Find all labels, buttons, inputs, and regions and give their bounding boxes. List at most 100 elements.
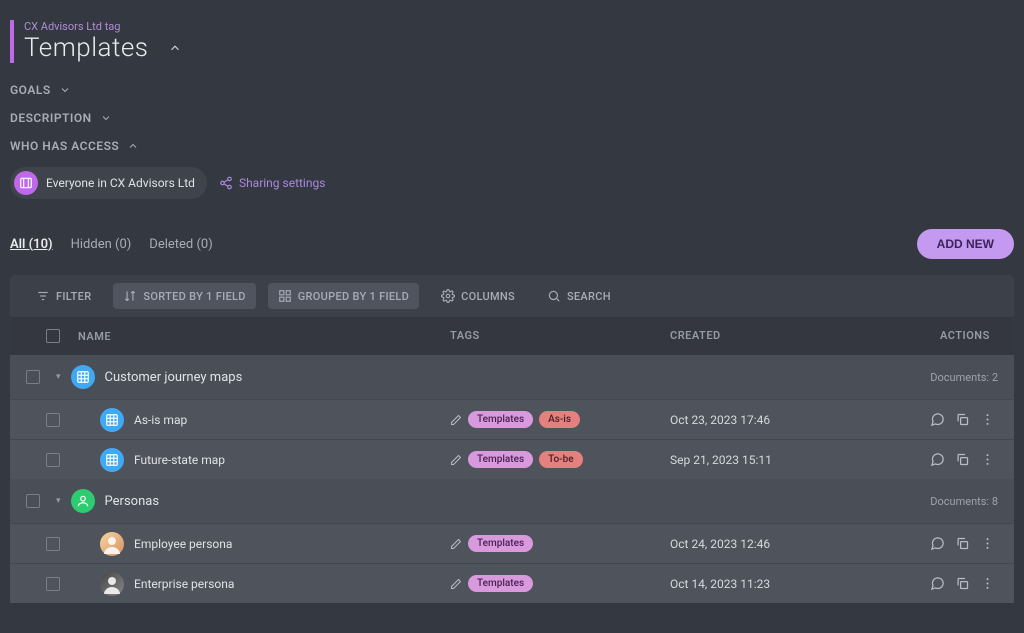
tag-pill[interactable]: Templates [468, 411, 533, 428]
chevron-up-icon [127, 140, 139, 152]
row-checkbox[interactable] [46, 537, 60, 551]
edit-tags-icon[interactable] [450, 578, 462, 590]
sharing-settings-link[interactable]: Sharing settings [219, 176, 325, 190]
toolbar: FILTER SORTED BY 1 FIELD GROUPED BY 1 FI… [10, 275, 1014, 317]
group-icon [71, 365, 95, 389]
filter-tool[interactable]: FILTER [26, 283, 101, 309]
tab-hidden[interactable]: Hidden (0) [71, 237, 132, 252]
table-row[interactable]: As-is map Templates As-is Oct 23, 2023 17:4… [10, 399, 1014, 439]
row-created: Oct 24, 2023 12:46 [670, 537, 930, 551]
gear-icon [441, 289, 455, 303]
tabs: All (10) Hidden (0) Deleted (0) [10, 237, 213, 252]
more-icon[interactable] [980, 576, 995, 591]
group-checkbox[interactable] [26, 370, 40, 384]
more-icon[interactable] [980, 536, 995, 551]
group-checkbox[interactable] [26, 494, 40, 508]
section-access[interactable]: WHO HAS ACCESS [10, 139, 1014, 153]
page-title: Templates [24, 33, 148, 63]
row-name: Employee persona [134, 537, 232, 551]
row-name: Future-state map [134, 453, 225, 467]
org-icon [14, 171, 38, 195]
edit-tags-icon[interactable] [450, 454, 462, 466]
row-checkbox[interactable] [46, 577, 60, 591]
group-row[interactable]: ▾ Personas Documents: 8 [10, 479, 1014, 523]
group-doc-count: Documents: 2 [930, 371, 998, 384]
col-created: CREATED [670, 329, 930, 343]
copy-icon[interactable] [955, 576, 970, 591]
sort-tool[interactable]: SORTED BY 1 FIELD [113, 283, 255, 309]
col-actions: ACTIONS [930, 329, 1024, 343]
select-all-checkbox[interactable] [46, 329, 60, 343]
filter-label: FILTER [56, 290, 91, 303]
row-checkbox[interactable] [46, 413, 60, 427]
row-created: Oct 23, 2023 17:46 [670, 413, 930, 427]
group-icon [278, 289, 292, 303]
row-icon [100, 448, 124, 472]
access-label: WHO HAS ACCESS [10, 139, 119, 153]
row-name: As-is map [134, 413, 187, 427]
filter-icon [36, 289, 50, 303]
group-tool[interactable]: GROUPED BY 1 FIELD [268, 283, 419, 309]
group-caret-icon[interactable]: ▾ [56, 372, 61, 382]
tab-deleted[interactable]: Deleted (0) [149, 237, 212, 252]
table-row[interactable]: Employee persona Templates Oct 24, 2023 12… [10, 523, 1014, 563]
row-checkbox[interactable] [46, 453, 60, 467]
collapse-title-icon[interactable] [168, 41, 182, 55]
col-name: NAME [78, 330, 111, 343]
search-icon [547, 289, 561, 303]
columns-tool[interactable]: COLUMNS [431, 283, 525, 309]
tag-pill[interactable]: To-be [539, 451, 582, 468]
add-new-button[interactable]: ADD NEW [917, 229, 1014, 259]
group-row[interactable]: ▾ Customer journey maps Documents: 2 [10, 355, 1014, 399]
section-goals[interactable]: GOALS [10, 83, 1014, 97]
comment-icon[interactable] [930, 536, 945, 551]
table-row[interactable]: Enterprise persona Templates Oct 14, 2023 … [10, 563, 1014, 603]
tag-pill[interactable]: Templates [468, 451, 533, 468]
data-table: NAME TAGS CREATED ACTIONS ▾ Customer jour… [10, 317, 1014, 603]
sort-icon [123, 289, 137, 303]
group-label: Personas [105, 494, 160, 509]
goals-label: GOALS [10, 83, 51, 97]
sort-label: SORTED BY 1 FIELD [143, 290, 245, 303]
section-description[interactable]: DESCRIPTION [10, 111, 1014, 125]
group-label: Customer journey maps [105, 370, 243, 385]
group-caret-icon[interactable]: ▾ [56, 496, 61, 506]
access-chip[interactable]: Everyone in CX Advisors Ltd [10, 167, 207, 199]
copy-icon[interactable] [955, 412, 970, 427]
chevron-down-icon [100, 112, 112, 124]
row-icon [100, 408, 124, 432]
group-icon [71, 489, 95, 513]
edit-tags-icon[interactable] [450, 414, 462, 426]
more-icon[interactable] [980, 452, 995, 467]
more-icon[interactable] [980, 412, 995, 427]
subtitle: CX Advisors Ltd tag [24, 20, 182, 33]
share-icon [219, 176, 233, 190]
table-row[interactable]: Future-state map Templates To-be Sep 21, 20… [10, 439, 1014, 479]
tag-pill[interactable]: Templates [468, 575, 533, 592]
sharing-label: Sharing settings [239, 176, 325, 190]
row-name: Enterprise persona [134, 577, 234, 591]
row-created: Sep 21, 2023 15:11 [670, 453, 930, 467]
title-bar: CX Advisors Ltd tag Templates [10, 20, 1014, 63]
search-tool[interactable]: SEARCH [537, 283, 621, 309]
tag-pill[interactable]: Templates [468, 535, 533, 552]
col-tags: TAGS [450, 329, 670, 343]
comment-icon[interactable] [930, 412, 945, 427]
chevron-down-icon [59, 84, 71, 96]
copy-icon[interactable] [955, 452, 970, 467]
access-chip-label: Everyone in CX Advisors Ltd [46, 176, 195, 190]
group-doc-count: Documents: 8 [930, 495, 998, 508]
group-label: GROUPED BY 1 FIELD [298, 290, 409, 303]
row-created: Oct 14, 2023 11:23 [670, 577, 930, 591]
row-icon [100, 572, 124, 596]
edit-tags-icon[interactable] [450, 538, 462, 550]
search-label: SEARCH [567, 290, 611, 303]
description-label: DESCRIPTION [10, 111, 92, 125]
row-icon [100, 532, 124, 556]
table-header: NAME TAGS CREATED ACTIONS [10, 317, 1014, 355]
tab-all[interactable]: All (10) [10, 237, 53, 252]
comment-icon[interactable] [930, 576, 945, 591]
copy-icon[interactable] [955, 536, 970, 551]
comment-icon[interactable] [930, 452, 945, 467]
tag-pill[interactable]: As-is [539, 411, 580, 428]
